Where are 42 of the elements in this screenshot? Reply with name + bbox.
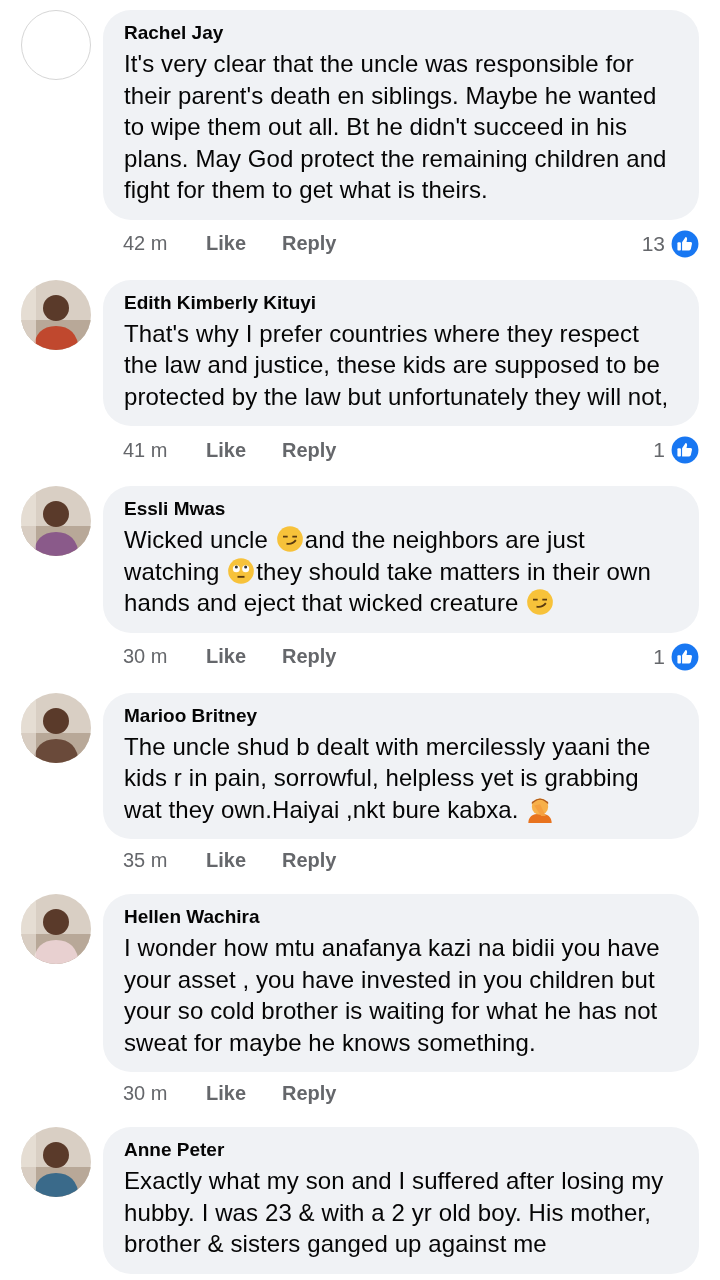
reply-link[interactable]: Reply [282, 1082, 337, 1105]
comment-time: 30 m [123, 1082, 169, 1105]
reply-link[interactable]: Reply [282, 849, 337, 872]
comment-text: hands and eject that wicked creature [124, 589, 520, 616]
reaction-count: 1 [653, 644, 665, 669]
comment-time: 35 m [123, 849, 169, 872]
comment-text: wat they own.Haiyai ,nkt bure kabxa. [124, 795, 520, 823]
comment-time: 42 m [123, 232, 169, 255]
like-link[interactable]: Like [206, 232, 247, 255]
reply-link[interactable]: Reply [282, 645, 337, 668]
eye-roll-emoji-icon [227, 556, 256, 585]
comment-text: and the neighbors are just [304, 526, 585, 553]
smirk-emoji-icon [526, 588, 555, 616]
like-icon [671, 436, 699, 464]
comment-text: Exactly what my son and I suffered after losing my hubby. I was 23 & with a 2 yr old boy. His mother, brother & sisters ganged up against me [124, 1167, 664, 1257]
like-link[interactable]: Like [206, 849, 247, 872]
comment-text: That's why I prefer countries where they respect the law and justice, these kids are supposed to be protected by the law but unfortunately they will not, [124, 319, 669, 410]
like-link[interactable]: Like [206, 645, 247, 668]
comment-text: kids r in pain, sorrowful, helpless yet is grabbing [124, 764, 639, 791]
comment-text: they should take matters in their own [256, 557, 651, 585]
commenter-name[interactable]: Essli Mwas [124, 498, 679, 520]
smirk-emoji-icon [275, 525, 304, 553]
reply-link[interactable]: Reply [282, 438, 337, 462]
comment-time: 30 m [123, 645, 169, 668]
commenter-name[interactable]: Hellen Wachira [124, 906, 679, 928]
like-link[interactable]: Like [206, 438, 247, 462]
comment-text: It's very clear that the uncle was responsible for their parent's death en siblings. Maybe he wanted to wipe them out all. Bt he didn't succeed in his plans. May God protect the remaining children and fight for them to get what is theirs. [124, 50, 667, 203]
comment-text: The uncle shud b dealt with mercilessly yaani the [124, 732, 651, 760]
like-icon [671, 229, 699, 258]
commenter-name[interactable]: Rachel Jay [124, 22, 679, 44]
like-link[interactable]: Like [206, 1082, 247, 1105]
commenter-name[interactable]: Edith Kimberly Kituyi [124, 291, 679, 314]
comment-text: Wicked uncle [124, 526, 269, 553]
reply-link[interactable]: Reply [282, 232, 337, 255]
commenter-name[interactable]: Marioo Britney [124, 704, 679, 727]
reaction-count: 13 [641, 231, 665, 256]
reaction-count: 1 [653, 438, 665, 462]
like-icon [671, 642, 699, 671]
comment-time: 41 m [123, 438, 169, 462]
comment-text: I wonder how mtu anafanya kazi na bidii you have your asset , you have invested in you children but your so cold brother is waiting for what he has not sweat for maybe he knows something. [124, 934, 660, 1056]
commenter-name[interactable]: Anne Peter [124, 1139, 679, 1161]
comment-text: watching [124, 557, 221, 585]
